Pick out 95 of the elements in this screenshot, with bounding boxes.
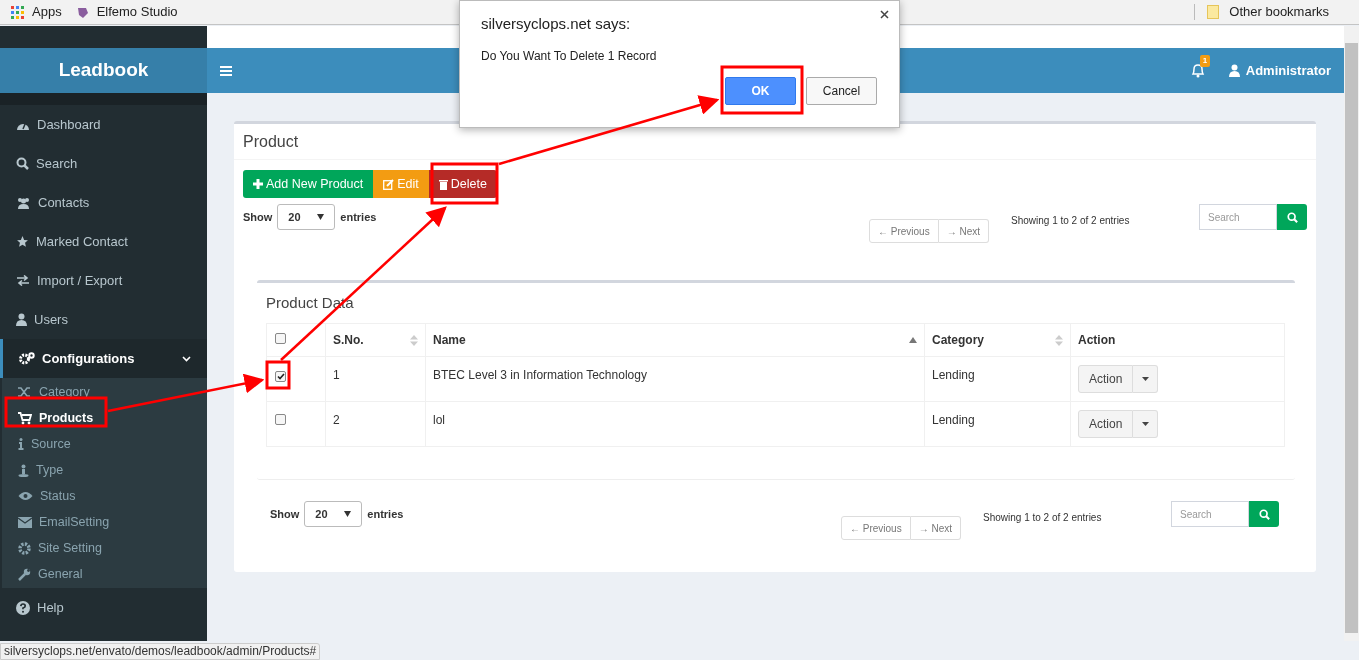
search-icon [1258, 508, 1270, 520]
checkmark-icon [276, 373, 285, 380]
action-dropdown-button[interactable] [1133, 410, 1159, 438]
action-button[interactable]: Action [1078, 365, 1134, 393]
sidebar-item[interactable]: Marked Contact [0, 222, 207, 261]
users-icon [16, 196, 31, 209]
sort-ascending-icon [909, 337, 917, 343]
trash-icon [438, 178, 448, 190]
sidebar-item[interactable]: Dashboard [0, 105, 207, 144]
pagination-button[interactable]: ← Previous [840, 516, 911, 540]
sort-icon [410, 334, 418, 346]
submenu-item[interactable]: General [2, 561, 207, 587]
wrench-icon [18, 567, 31, 581]
row-checkbox[interactable] [275, 371, 286, 382]
swap-arrows-icon [16, 275, 30, 286]
column-header[interactable]: Name [433, 331, 466, 349]
notification-badge: 1 [1199, 55, 1211, 67]
caret-icon [1141, 422, 1149, 426]
bookmark[interactable]: Elfemo Studio [75, 2, 178, 22]
chevron-icon [182, 355, 191, 362]
gear-icon [18, 541, 31, 555]
caret-icon [1141, 377, 1149, 381]
entries-label: entries [340, 209, 377, 225]
shuffle-icon [18, 386, 32, 398]
submenu-item[interactable]: Products [2, 405, 207, 431]
show-label: Show [270, 506, 300, 522]
help-icon [16, 600, 30, 615]
gears-icon [19, 352, 35, 365]
table-cell: 1 [333, 368, 340, 382]
user-menu[interactable]: Administrator [1228, 60, 1331, 81]
search-icon [16, 157, 29, 170]
entries-select[interactable]: 20 [277, 204, 336, 230]
sidebar-item[interactable]: Configurations [0, 339, 207, 378]
sidebar-item[interactable]: Import / Export [0, 261, 207, 300]
table-cell: BTEC Level 3 in Information Technology [433, 368, 647, 382]
eye-icon [18, 491, 33, 501]
submenu-item[interactable]: Site Setting [2, 535, 207, 561]
row-checkbox[interactable] [275, 414, 286, 425]
folder-icon [1207, 5, 1220, 19]
select-all-checkbox[interactable] [275, 333, 286, 344]
sidebar-item[interactable]: Search [0, 144, 207, 183]
pagination-button[interactable]: → Next [938, 219, 989, 243]
submenu-item[interactable]: Source [2, 431, 207, 457]
action-dropdown-button[interactable] [1133, 365, 1159, 393]
search-button[interactable] [1249, 501, 1279, 527]
search-icon [1286, 211, 1298, 223]
dialog-title: silversyclops.net says: [481, 14, 631, 34]
highlight-box [265, 360, 291, 390]
pagination-button[interactable]: ← Previous [868, 219, 939, 243]
dialog-message: Do You Want To Delete 1 Record [481, 48, 657, 65]
cancel-button[interactable]: Cancel [806, 77, 877, 105]
card-title: Product [243, 131, 299, 152]
figure-icon [18, 463, 29, 477]
bell-icon[interactable] [1190, 63, 1205, 78]
site-logo-icon [75, 5, 89, 19]
bookmark[interactable]: Apps [11, 2, 62, 22]
caret-icon [317, 214, 325, 220]
submenu-item[interactable]: EmailSetting [2, 509, 207, 535]
column-header[interactable]: Action [1078, 331, 1116, 349]
star-icon [16, 235, 29, 248]
info-icon [18, 438, 24, 450]
sidebar-item[interactable]: Users [0, 300, 207, 339]
entries-label: entries [367, 506, 404, 522]
sort-icon [1055, 334, 1063, 346]
submenu-item[interactable]: Status [2, 483, 207, 509]
pagination-button[interactable]: → Next [910, 516, 961, 540]
delete-button[interactable]: Delete [428, 170, 497, 198]
search-button[interactable] [1277, 204, 1307, 230]
apps-grid-icon [11, 5, 24, 19]
column-header[interactable]: Category [932, 331, 984, 349]
caret-icon [344, 511, 352, 517]
user-icon [1228, 64, 1240, 77]
column-header[interactable]: S.No. [333, 331, 364, 349]
submenu-item[interactable]: Type [2, 457, 207, 483]
table-cell: Lending [932, 368, 975, 382]
cart-icon [18, 411, 32, 425]
sidebar-item[interactable]: Help [0, 588, 207, 627]
close-icon[interactable] [880, 10, 889, 19]
table-cell: Lending [932, 413, 975, 427]
action-button[interactable]: Action [1078, 410, 1134, 438]
menu-icon[interactable] [220, 65, 232, 76]
status-url: silversyclops.net/envato/demos/leadbook/admin/Products# [0, 643, 321, 660]
bookmark-folder[interactable]: Other bookmarks [1207, 2, 1329, 22]
user-icon [16, 313, 27, 326]
entries-select[interactable]: 20 [304, 501, 363, 527]
highlight-box [430, 162, 499, 205]
sidebar-item[interactable]: Contacts [0, 183, 207, 222]
table-cell: 2 [333, 413, 340, 427]
entries-info: Showing 1 to 2 of 2 entries [1011, 214, 1131, 228]
entries-info: Showing 1 to 2 of 2 entries [983, 511, 1103, 525]
edit-icon [383, 178, 395, 190]
table-cell: lol [433, 413, 445, 427]
show-label: Show [243, 209, 273, 225]
plus-icon [253, 179, 263, 189]
envelope-icon [18, 516, 32, 528]
